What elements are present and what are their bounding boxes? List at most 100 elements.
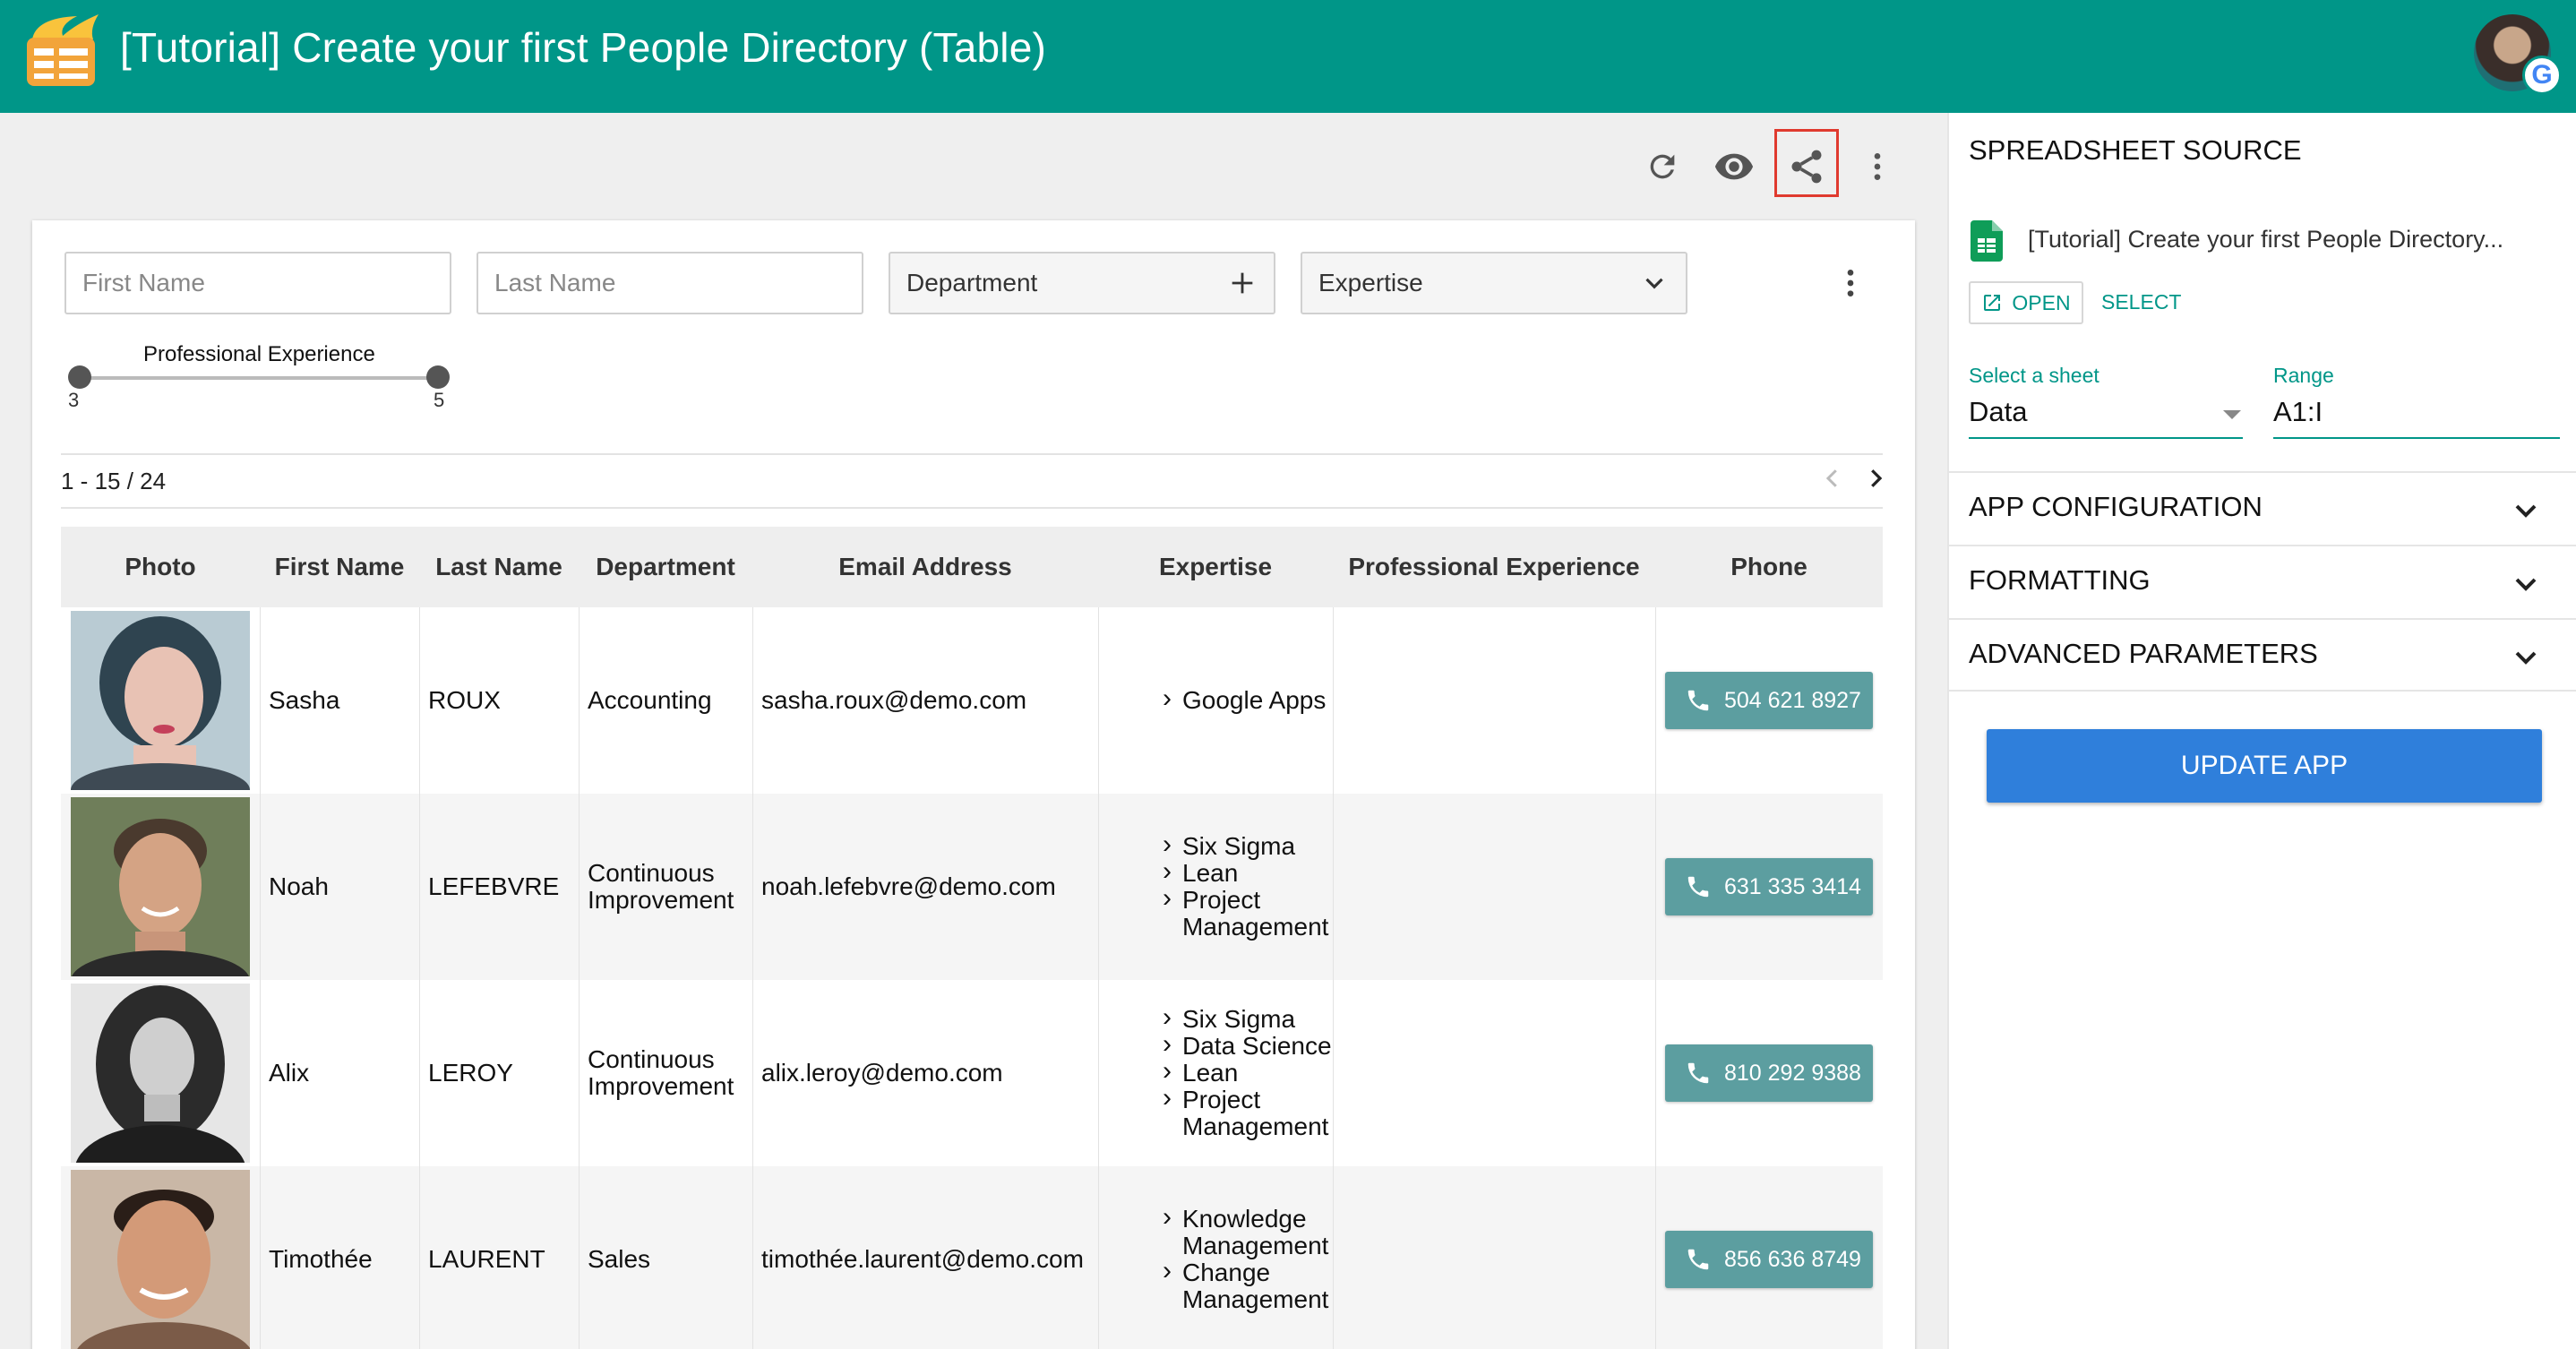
slider-min-handle[interactable] bbox=[68, 365, 91, 389]
col-phone[interactable]: Phone bbox=[1655, 527, 1883, 607]
spreadsheet-name: [Tutorial] Create your first People Dire… bbox=[2028, 226, 2504, 253]
email-cell[interactable]: timothée.laurent@demo.com bbox=[761, 1166, 1084, 1349]
first-name-cell: Noah bbox=[269, 872, 329, 900]
table-row[interactable]: Noah LEFEBVRE Continuous Improvement noa… bbox=[61, 794, 1883, 980]
phone-button[interactable]: 810 292 9388 bbox=[1665, 1044, 1873, 1102]
expertise-tag: Data Science bbox=[1163, 1031, 1332, 1060]
table-header: Photo First Name Last Name Department Em… bbox=[61, 527, 1883, 607]
email-cell[interactable]: alix.leroy@demo.com bbox=[761, 980, 1003, 1166]
open-external-icon bbox=[1984, 295, 2001, 311]
person-photo bbox=[71, 984, 250, 1163]
last-name-filter[interactable]: Last Name bbox=[477, 252, 863, 314]
sheet-select-value[interactable]: Data bbox=[1969, 396, 2027, 428]
phone-icon bbox=[1687, 876, 1709, 898]
experience-slider-label: Professional Experience bbox=[143, 342, 375, 366]
share-button[interactable] bbox=[1782, 142, 1832, 192]
range-underline bbox=[2273, 437, 2560, 439]
filter-more-button[interactable] bbox=[1833, 265, 1868, 301]
dropdown-arrow-icon bbox=[2223, 410, 2241, 419]
app-header: [Tutorial] Create your first People Dire… bbox=[0, 0, 2576, 113]
phone-number: 810 292 9388 bbox=[1724, 1060, 1861, 1086]
app-configuration-section[interactable]: APP CONFIGURATION bbox=[1949, 471, 2576, 545]
col-expertise[interactable]: Expertise bbox=[1098, 527, 1333, 607]
slider-max-value: 5 bbox=[434, 389, 445, 411]
expertise-tag: Change Management bbox=[1163, 1258, 1328, 1313]
config-panel: SPREADSHEET SOURCE [Tutorial] Create you… bbox=[1947, 113, 2576, 1349]
eye-icon bbox=[1714, 153, 1754, 180]
first-name-filter[interactable]: First Name bbox=[64, 252, 451, 314]
experience-slider-track[interactable] bbox=[79, 376, 435, 380]
expertise-cell: Knowledge Management Change Management bbox=[1163, 1166, 1328, 1349]
next-page-button[interactable] bbox=[1858, 460, 1893, 496]
more-vert-icon bbox=[1847, 270, 1854, 296]
last-name-cell: LAURENT bbox=[428, 1245, 545, 1273]
update-app-button[interactable]: UPDATE APP bbox=[1987, 729, 2542, 803]
sheet-select-label: Select a sheet bbox=[1969, 364, 2099, 387]
expertise-tag: Knowledge Management bbox=[1163, 1204, 1328, 1259]
email-cell[interactable]: noah.lefebvre@demo.com bbox=[761, 794, 1056, 980]
chevron-down-icon bbox=[2515, 504, 2537, 518]
expertise-cell: Six Sigma Lean Project Management bbox=[1163, 794, 1328, 980]
last-name-cell: LEFEBVRE bbox=[428, 872, 560, 900]
first-name-cell: Timothée bbox=[269, 1245, 373, 1273]
directory-card: First Name Last Name Department Expertis… bbox=[32, 220, 1915, 1349]
expertise-tag: Project Management bbox=[1163, 1085, 1328, 1140]
open-spreadsheet-button[interactable]: OPEN bbox=[1969, 281, 2083, 324]
app-logo-icon bbox=[27, 14, 99, 86]
first-name-cell: Sasha bbox=[269, 686, 340, 714]
col-first-name[interactable]: First Name bbox=[260, 527, 419, 607]
email-cell[interactable]: sasha.roux@demo.com bbox=[761, 607, 1026, 794]
phone-button[interactable]: 631 335 3414 bbox=[1665, 858, 1873, 915]
expertise-tag: Lean bbox=[1163, 858, 1324, 887]
slider-min-value: 3 bbox=[68, 389, 80, 411]
col-department[interactable]: Department bbox=[579, 527, 752, 607]
chevron-right-icon bbox=[1871, 469, 1883, 487]
expertise-filter-label: Expertise bbox=[1318, 269, 1423, 296]
app-title: [Tutorial] Create your first People Dire… bbox=[120, 24, 1047, 71]
preview-button[interactable] bbox=[1709, 142, 1759, 192]
slider-max-handle[interactable] bbox=[426, 365, 450, 389]
refresh-button[interactable] bbox=[1637, 142, 1687, 192]
sheets-icon bbox=[1971, 220, 2003, 262]
department-cell: Continuous Improvement bbox=[588, 1045, 734, 1100]
expertise-cell: Google Apps bbox=[1163, 607, 1326, 794]
phone-button[interactable]: 856 636 8749 bbox=[1665, 1231, 1873, 1288]
formatting-section[interactable]: FORMATTING bbox=[1949, 545, 2576, 618]
expertise-filter[interactable]: Expertise bbox=[1301, 252, 1687, 314]
phone-number: 631 335 3414 bbox=[1724, 873, 1861, 899]
range-input[interactable]: A1:I bbox=[2273, 396, 2323, 428]
prev-page-button[interactable] bbox=[1815, 460, 1850, 496]
person-photo bbox=[71, 797, 250, 976]
col-experience[interactable]: Professional Experience bbox=[1333, 527, 1655, 607]
sheet-select-underline bbox=[1969, 437, 2243, 439]
pagination-count: 1 - 15 / 24 bbox=[61, 468, 167, 494]
google-badge-icon: G bbox=[2522, 56, 2562, 95]
expertise-cell: Six Sigma Data Science Lean Project Mana… bbox=[1163, 980, 1332, 1166]
expertise-tag: Six Sigma bbox=[1163, 1004, 1332, 1033]
col-email[interactable]: Email Address bbox=[752, 527, 1098, 607]
select-spreadsheet-button[interactable]: SELECT bbox=[2101, 290, 2181, 314]
expertise-tag: Six Sigma bbox=[1163, 831, 1324, 860]
more-options-button[interactable] bbox=[1852, 142, 1902, 192]
plus-icon bbox=[1232, 272, 1253, 294]
phone-number: 856 636 8749 bbox=[1724, 1246, 1861, 1272]
phone-button[interactable]: 504 621 8927 bbox=[1665, 672, 1873, 729]
last-name-placeholder: Last Name bbox=[494, 269, 616, 296]
col-last-name[interactable]: Last Name bbox=[419, 527, 579, 607]
first-name-cell: Alix bbox=[269, 1059, 310, 1087]
table-row[interactable]: Timothée LAURENT Sales timothée.laurent@… bbox=[61, 1166, 1883, 1349]
department-filter[interactable]: Department bbox=[889, 252, 1275, 314]
open-label: OPEN bbox=[2012, 290, 2071, 314]
chevron-down-icon bbox=[2515, 651, 2537, 665]
first-name-placeholder: First Name bbox=[82, 269, 205, 296]
section-label: ADVANCED PARAMETERS bbox=[1969, 638, 2318, 669]
expertise-tag: Lean bbox=[1163, 1058, 1332, 1087]
table-row[interactable]: Alix LEROY Continuous Improvement alix.l… bbox=[61, 980, 1883, 1166]
col-photo[interactable]: Photo bbox=[61, 527, 260, 607]
more-vert-icon bbox=[1874, 153, 1881, 180]
table-row[interactable]: Sasha ROUX Accounting sasha.roux@demo.co… bbox=[61, 607, 1883, 794]
advanced-parameters-section[interactable]: ADVANCED PARAMETERS bbox=[1949, 618, 2576, 692]
divider bbox=[61, 507, 1883, 509]
divider bbox=[61, 453, 1883, 455]
spreadsheet-source-heading: SPREADSHEET SOURCE bbox=[1969, 134, 2302, 166]
